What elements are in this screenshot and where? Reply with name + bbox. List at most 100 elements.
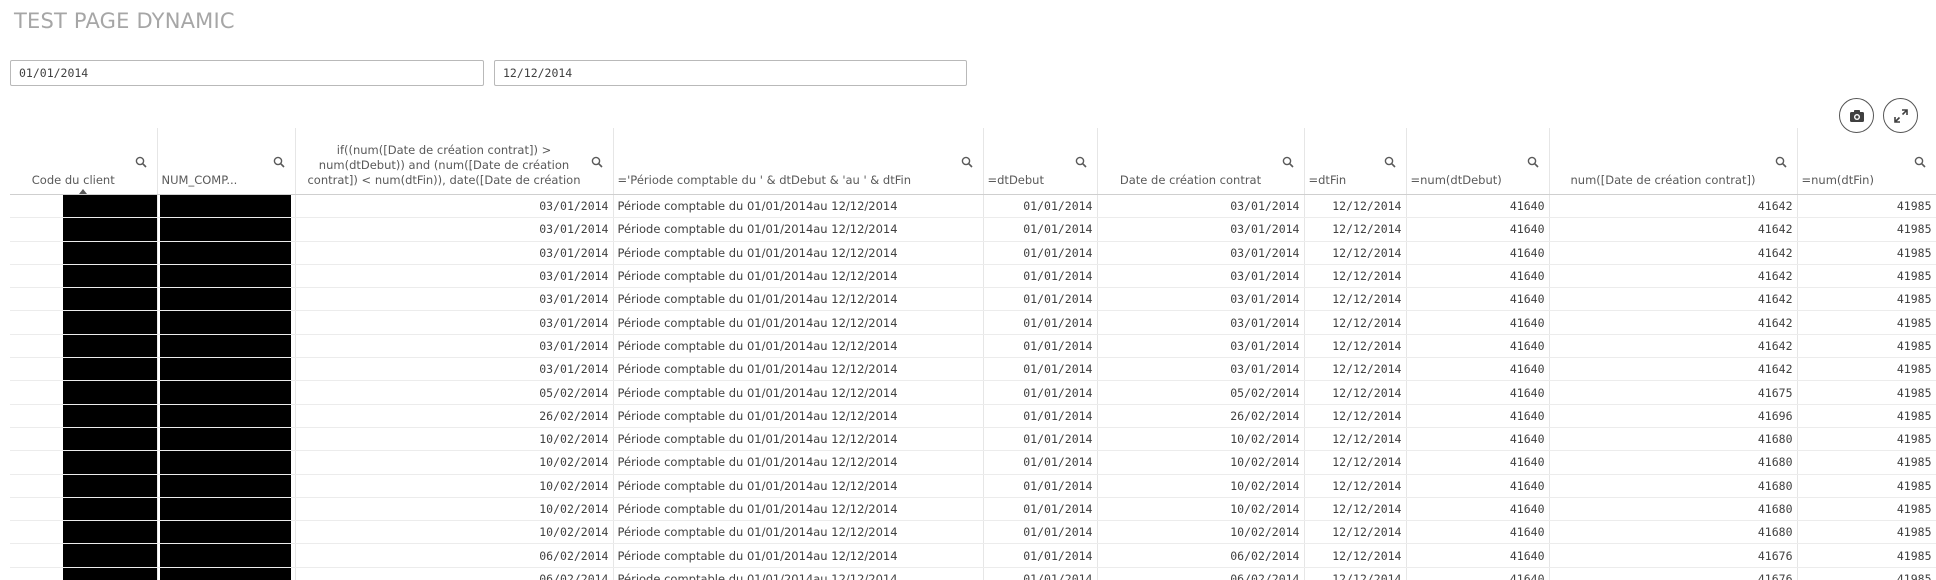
redacted-num-comp-cell xyxy=(157,287,296,312)
end-date-input[interactable]: 12/12/2014 xyxy=(494,60,967,86)
header-date-creation-contrat[interactable]: Date de création contrat xyxy=(1097,128,1305,195)
table-cell: 03/01/2014 xyxy=(295,287,614,312)
table-cell: Période comptable du 01/01/2014au 12/12/… xyxy=(613,310,984,335)
table-cell: 12/12/2014 xyxy=(1304,310,1407,335)
table-cell: 41640 xyxy=(1406,427,1550,452)
table-cell: 10/02/2014 xyxy=(295,450,614,475)
search-icon[interactable] xyxy=(591,156,603,168)
table-cell: Période comptable du 01/01/2014au 12/12/… xyxy=(613,404,984,428)
search-icon[interactable] xyxy=(135,156,147,168)
header-num-dtfin[interactable]: =num(dtFin) xyxy=(1797,128,1936,195)
search-icon[interactable] xyxy=(1527,156,1539,168)
redacted-num-comp-cell xyxy=(157,567,296,580)
table-cell: 03/01/2014 xyxy=(295,357,614,382)
table-cell: 03/01/2014 xyxy=(1097,357,1305,382)
table-row[interactable]: 06/02/2014 Période comptable du 01/01/201… xyxy=(10,543,1936,568)
table-row[interactable]: 03/01/2014 Période comptable du 01/01/201… xyxy=(10,287,1936,312)
table-cell: 41985 xyxy=(1797,567,1936,580)
table-row[interactable]: 10/02/2014 Période comptable du 01/01/201… xyxy=(10,450,1936,475)
column-header-label: =num(dtDebut) xyxy=(1410,173,1502,187)
table-row[interactable]: 03/01/2014 Période comptable du 01/01/201… xyxy=(10,217,1936,242)
table-cell: 41985 xyxy=(1797,287,1936,312)
table-cell: Période comptable du 01/01/2014au 12/12/… xyxy=(613,357,984,382)
search-icon[interactable] xyxy=(1282,156,1294,168)
table-cell: 12/12/2014 xyxy=(1304,567,1407,580)
table-cell: 41985 xyxy=(1797,404,1936,428)
table-cell: 41985 xyxy=(1797,241,1936,265)
table-cell: 03/01/2014 xyxy=(1097,287,1305,312)
table-cell: Période comptable du 01/01/2014au 12/12/… xyxy=(613,450,984,475)
header-periode-comptable[interactable]: ='Période comptable du ' & dtDebut & 'au… xyxy=(613,128,984,195)
header-num-dtdebut[interactable]: =num(dtDebut) xyxy=(1406,128,1550,195)
redacted-client-code-cell xyxy=(10,520,158,545)
table-cell: 01/01/2014 xyxy=(983,427,1098,452)
table-cell: 03/01/2014 xyxy=(1097,310,1305,335)
table-cell: 03/01/2014 xyxy=(295,217,614,242)
table-cell: 41985 xyxy=(1797,497,1936,522)
column-header-label: =dtFin xyxy=(1308,173,1347,187)
table-row[interactable]: 03/01/2014 Période comptable du 01/01/201… xyxy=(10,194,1936,219)
table-cell: Période comptable du 01/01/2014au 12/12/… xyxy=(613,380,984,405)
search-icon[interactable] xyxy=(1075,156,1087,168)
expand-icon xyxy=(1893,108,1908,123)
search-icon[interactable] xyxy=(273,156,285,168)
table-cell: Période comptable du 01/01/2014au 12/12/… xyxy=(613,287,984,312)
table-cell: 03/01/2014 xyxy=(1097,194,1305,219)
table-cell: 41640 xyxy=(1406,520,1550,545)
redacted-client-code-cell xyxy=(10,334,158,359)
table-cell: 01/01/2014 xyxy=(983,543,1098,568)
column-header-label: =dtDebut xyxy=(987,173,1044,187)
table-row[interactable]: 05/02/2014 Période comptable du 01/01/201… xyxy=(10,380,1936,405)
table-row[interactable]: 06/02/2014 Période comptable du 01/01/201… xyxy=(10,567,1936,580)
table-cell: 41985 xyxy=(1797,520,1936,545)
table-cell: 41676 xyxy=(1549,567,1798,580)
redacted-num-comp-cell xyxy=(157,427,296,452)
column-header-label: Date de création contrat xyxy=(1119,173,1262,187)
table-row[interactable]: 10/02/2014 Période comptable du 01/01/201… xyxy=(10,474,1936,498)
table-cell: 10/02/2014 xyxy=(1097,427,1305,452)
table-row[interactable]: 03/01/2014 Période comptable du 01/01/201… xyxy=(10,264,1936,289)
table-cell: 10/02/2014 xyxy=(1097,520,1305,545)
search-icon[interactable] xyxy=(1384,156,1396,168)
redacted-client-code-cell xyxy=(10,567,158,580)
table-row[interactable]: 26/02/2014 Période comptable du 01/01/201… xyxy=(10,404,1936,428)
table-row[interactable]: 10/02/2014 Période comptable du 01/01/201… xyxy=(10,497,1936,522)
table-row[interactable]: 03/01/2014 Période comptable du 01/01/201… xyxy=(10,310,1936,335)
table-cell: 12/12/2014 xyxy=(1304,357,1407,382)
table-cell: 41680 xyxy=(1549,497,1798,522)
sort-ascending-icon xyxy=(79,189,88,194)
header-dtdebut[interactable]: =dtDebut xyxy=(983,128,1098,195)
table-cell: 12/12/2014 xyxy=(1304,334,1407,359)
header-dtfin[interactable]: =dtFin xyxy=(1304,128,1407,195)
table-cell: 41985 xyxy=(1797,450,1936,475)
start-date-input[interactable]: 01/01/2014 xyxy=(10,60,484,86)
table-cell: 01/01/2014 xyxy=(983,241,1098,265)
table-cell: 03/01/2014 xyxy=(1097,334,1305,359)
table-row[interactable]: 03/01/2014 Période comptable du 01/01/201… xyxy=(10,241,1936,265)
table-cell: 41985 xyxy=(1797,380,1936,405)
search-icon[interactable] xyxy=(1775,156,1787,168)
table-cell: 41642 xyxy=(1549,357,1798,382)
search-icon[interactable] xyxy=(961,156,973,168)
table-cell: 06/02/2014 xyxy=(1097,567,1305,580)
table-cell: 01/01/2014 xyxy=(983,404,1098,428)
table-cell: 03/01/2014 xyxy=(295,334,614,359)
table-row[interactable]: 03/01/2014 Période comptable du 01/01/201… xyxy=(10,357,1936,382)
column-header-label: NUM_COMP... xyxy=(161,173,238,187)
table-row[interactable]: 03/01/2014 Période comptable du 01/01/201… xyxy=(10,334,1936,359)
header-code-du-client[interactable]: Code du client xyxy=(10,128,158,195)
search-icon[interactable] xyxy=(1914,156,1926,168)
table-cell: 41640 xyxy=(1406,310,1550,335)
table-cell: 12/12/2014 xyxy=(1304,450,1407,475)
table-row[interactable]: 10/02/2014 Période comptable du 01/01/201… xyxy=(10,427,1936,452)
column-header-label: if((num([Date de création contrat]) > nu… xyxy=(307,143,581,187)
table-cell: 12/12/2014 xyxy=(1304,194,1407,219)
table-cell: 12/12/2014 xyxy=(1304,287,1407,312)
header-num-comp[interactable]: NUM_COMP... xyxy=(157,128,296,195)
table-cell: 41985 xyxy=(1797,543,1936,568)
header-num-date-creation[interactable]: num([Date de création contrat]) xyxy=(1549,128,1798,195)
table-cell: Période comptable du 01/01/2014au 12/12/… xyxy=(613,217,984,242)
table-cell: 10/02/2014 xyxy=(295,474,614,498)
table-row[interactable]: 10/02/2014 Période comptable du 01/01/201… xyxy=(10,520,1936,545)
header-if-date-expression[interactable]: if((num([Date de création contrat]) > nu… xyxy=(295,128,614,195)
